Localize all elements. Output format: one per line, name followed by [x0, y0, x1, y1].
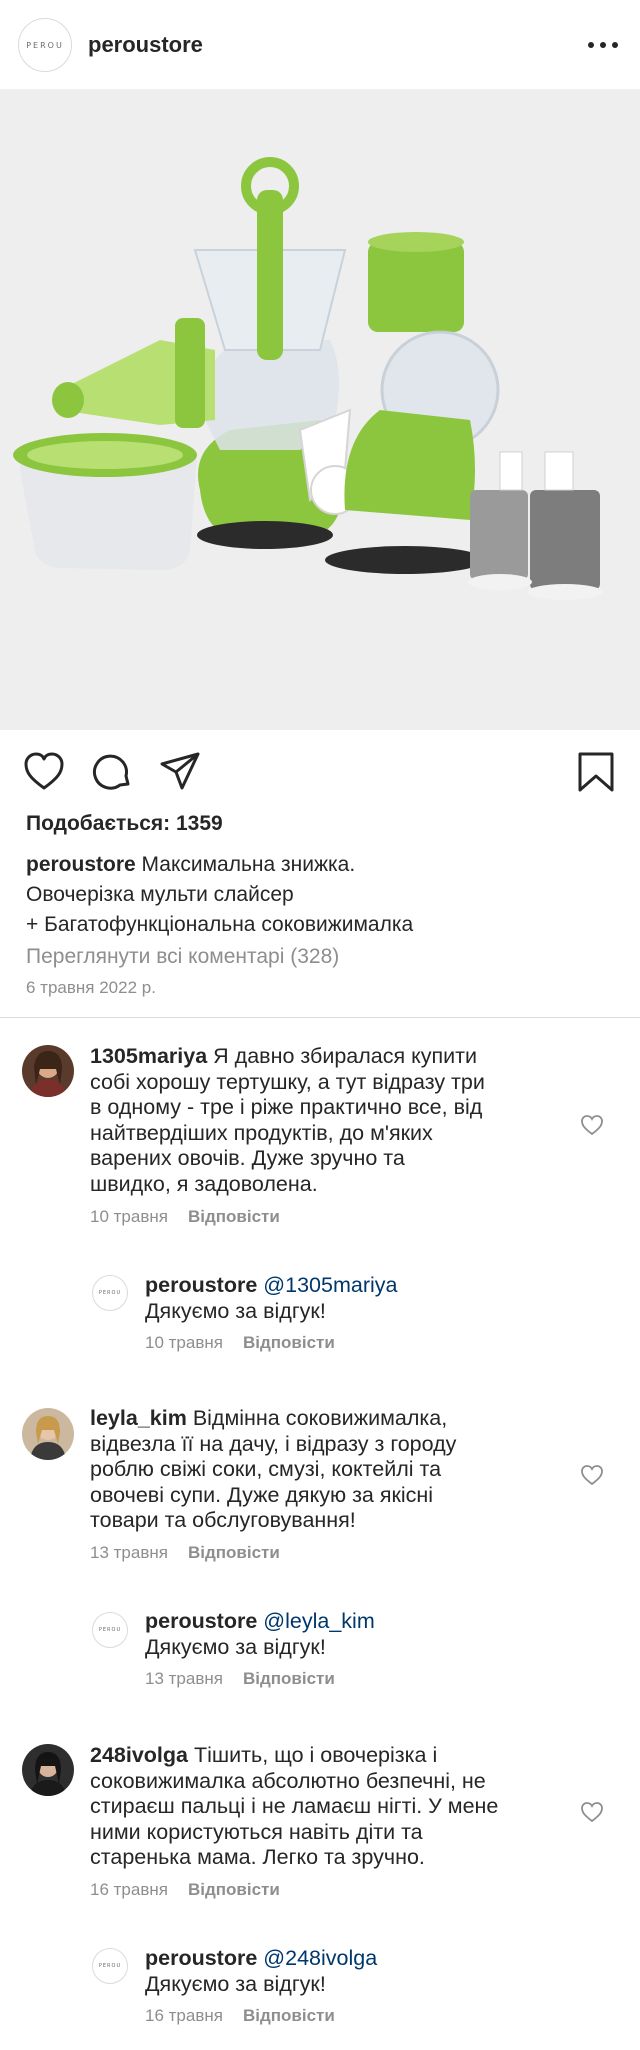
comment-line: варених овочів. Дуже зручно та [90, 1146, 405, 1170]
reply-username[interactable]: peroustore [145, 1946, 257, 1970]
user-avatar[interactable] [22, 1408, 74, 1460]
divider [0, 1017, 640, 1018]
reply-date: 13 травня [145, 1669, 223, 1688]
store-reply-avatar[interactable]: PEROU [92, 1275, 128, 1311]
reply-date: 16 травня [145, 2006, 223, 2025]
reply-button[interactable]: Відповісти [243, 1669, 335, 1688]
comment-date: 10 травня [90, 1207, 168, 1226]
post-image[interactable] [0, 90, 640, 730]
caption-username[interactable]: peroustore [26, 853, 136, 876]
store-logo: PEROU [26, 40, 64, 50]
store-reply-avatar[interactable]: PEROU [92, 1948, 128, 1984]
comment-first-line: leyla_kim Відмінна соковижималка, [90, 1406, 456, 1432]
comment-line: Я давно збиралася купити [213, 1044, 478, 1068]
reply-button[interactable]: Відповісти [188, 1207, 280, 1226]
comment-like-heart-icon[interactable] [580, 1114, 604, 1136]
caption-text-line: + Багатофункціональна соковижималка [26, 913, 414, 936]
reply-button[interactable]: Відповісти [243, 1333, 335, 1352]
reply-text: peroustore @1305mariya Дякуємо за відгук… [145, 1273, 397, 1324]
caption-text-line: Максимальна знижка. [141, 853, 356, 876]
comment-line: стираєш пальці і не ламаєш нігті. У мене [90, 1794, 499, 1818]
view-all-comments-link[interactable]: Переглянути всі коментарі (328) [26, 945, 339, 969]
comment-username[interactable]: 248ivolga [90, 1743, 188, 1767]
reply-button[interactable]: Відповісти [243, 2006, 335, 2025]
comment-line: роблю свіжі соки, смузі, коктейлі та [90, 1457, 442, 1481]
reply-meta: 16 травня Відповісти [145, 2006, 335, 2026]
reply-mention[interactable]: @leyla_kim [263, 1609, 374, 1633]
comment-line: товари та обслуговування! [90, 1508, 356, 1532]
store-logo: PEROU [98, 1290, 122, 1296]
caption-text-line: Овочерізка мульти слайсер [26, 883, 294, 906]
store-logo: PEROU [98, 1627, 122, 1633]
store-reply-avatar[interactable]: PEROU [92, 1612, 128, 1648]
comment-line: старенька мама. Легко та зручно. [90, 1845, 425, 1869]
post-date: 6 травня 2022 р. [26, 978, 156, 997]
user-avatar[interactable] [22, 1744, 74, 1796]
reply-button[interactable]: Відповісти [188, 1543, 280, 1562]
comment-line: овочеві супи. Дуже дякую за якісні [90, 1482, 434, 1507]
more-options-icon[interactable] [588, 38, 618, 52]
reply-first-line: peroustore @248ivolga [145, 1946, 377, 1972]
comment-line: швидко, я задоволена. [90, 1171, 318, 1196]
comment-date: 16 травня [90, 1880, 168, 1899]
comment-username[interactable]: leyla_kim [90, 1406, 187, 1430]
reply-message: Дякуємо за відгук! [145, 1634, 326, 1659]
comment-line: відвезла її на дачу, і відразу з городу [90, 1431, 457, 1456]
reply-message: Дякуємо за відгук! [145, 1298, 326, 1323]
header-username[interactable]: peroustore [88, 32, 203, 58]
reply-username[interactable]: peroustore [145, 1609, 257, 1633]
reply-first-line: peroustore @1305mariya [145, 1273, 397, 1299]
reply-meta: 10 травня Відповісти [145, 1333, 335, 1353]
reply-first-line: peroustore @leyla_kim [145, 1609, 375, 1635]
like-heart-icon[interactable] [22, 750, 66, 794]
comment-line: Відмінна соковижималка, [192, 1406, 448, 1430]
reply-date: 10 травня [145, 1333, 223, 1352]
comment-first-line: 1305mariya Я давно збиралася купити [90, 1044, 485, 1070]
comment-meta: 10 травня Відповісти [90, 1207, 280, 1227]
reply-mention[interactable]: @248ivolga [263, 1946, 377, 1970]
store-logo: PEROU [98, 1963, 122, 1969]
comment-text: 248ivolga Тішить, що і овочерізка і соко… [90, 1743, 498, 1871]
comment-line: найтвердіших продуктів, до м'яких [90, 1120, 433, 1145]
comment-date: 13 травня [90, 1543, 168, 1562]
bookmark-save-icon[interactable] [574, 750, 618, 794]
comment-line: Тішить, що і овочерізка і [193, 1743, 438, 1767]
juicer-and-slicer-product-photo [0, 90, 640, 730]
reply-text: peroustore @leyla_kim Дякуємо за відгук! [145, 1609, 375, 1660]
user-avatar[interactable] [22, 1045, 74, 1097]
reply-mention[interactable]: @1305mariya [263, 1273, 397, 1297]
reply-meta: 13 травня Відповісти [145, 1669, 335, 1689]
post-caption: peroustore Максимальна знижка. Овочерізк… [26, 850, 616, 940]
comment-line: в одному - тре і ріже практично все, від [90, 1095, 483, 1119]
post-header: PEROU peroustore [0, 0, 640, 90]
comment-line: собі хорошу тертушку, а тут відразу три [90, 1069, 485, 1094]
comment-first-line: 248ivolga Тішить, що і овочерізка і [90, 1743, 498, 1769]
comment-like-heart-icon[interactable] [580, 1801, 604, 1823]
store-avatar[interactable]: PEROU [18, 18, 72, 72]
comment-like-heart-icon[interactable] [580, 1464, 604, 1486]
comment-text: leyla_kim Відмінна соковижималка, відвез… [90, 1406, 456, 1534]
comment-username[interactable]: 1305mariya [90, 1044, 207, 1068]
comment-line: ними користуються навіть діти та [90, 1819, 423, 1844]
comment-bubble-icon[interactable] [90, 750, 134, 794]
caption-first-line: peroustore Максимальна знижка. [26, 850, 616, 880]
comment-line: соковижималка абсолютно безпечні, не [90, 1768, 486, 1793]
comment-meta: 16 травня Відповісти [90, 1880, 280, 1900]
reply-text: peroustore @248ivolga Дякуємо за відгук! [145, 1946, 377, 1997]
reply-button[interactable]: Відповісти [188, 1880, 280, 1899]
action-bar [0, 730, 640, 810]
likes-count[interactable]: Подобається: 1359 [26, 812, 223, 836]
share-send-icon[interactable] [158, 750, 202, 794]
reply-message: Дякуємо за відгук! [145, 1971, 326, 1996]
comment-text: 1305mariya Я давно збиралася купити собі… [90, 1044, 485, 1197]
reply-username[interactable]: peroustore [145, 1273, 257, 1297]
comment-meta: 13 травня Відповісти [90, 1543, 280, 1563]
